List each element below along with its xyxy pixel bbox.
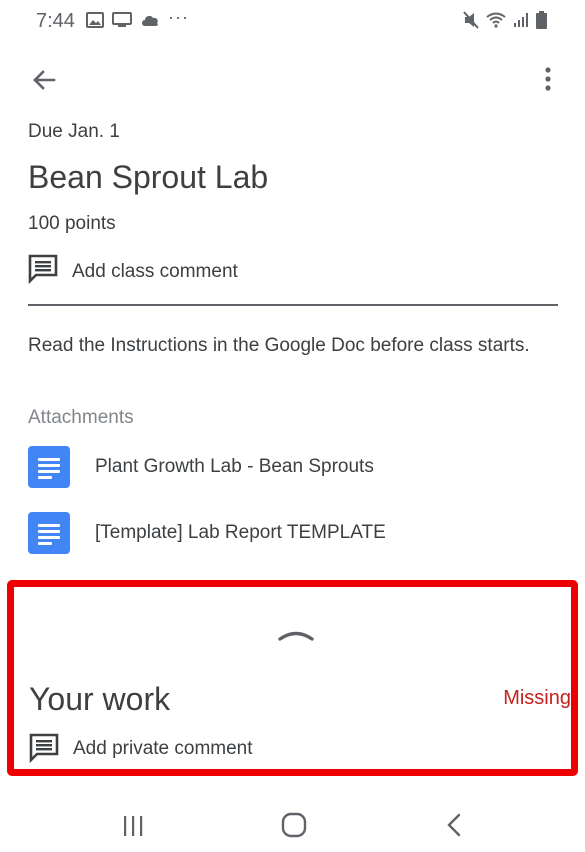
add-private-comment-button[interactable]: Add private comment (29, 733, 253, 763)
arrow-back-icon[interactable] (28, 64, 60, 96)
attachments-heading: Attachments (28, 407, 134, 428)
divider (28, 304, 558, 306)
status-left-icons: ··· (86, 7, 189, 28)
recent-apps-icon[interactable] (121, 814, 145, 838)
cast-icon (112, 12, 132, 27)
more-vert-icon[interactable] (536, 64, 560, 96)
home-icon[interactable] (281, 812, 307, 838)
google-doc-icon (28, 446, 70, 488)
status-badge: Missing (503, 687, 571, 709)
assignment-title: Bean Sprout Lab (28, 159, 269, 195)
top-app-bar (0, 56, 585, 102)
status-bar: 7:44 ··· (0, 0, 585, 44)
points: 100 points (28, 213, 116, 234)
comment-icon (29, 733, 59, 763)
attachment-label: [Template] Lab Report TEMPLATE (95, 522, 386, 543)
due-date: Due Jan. 1 (28, 121, 120, 142)
attachment-label: Plant Growth Lab - Bean Sprouts (95, 456, 374, 477)
cloud-icon (142, 15, 158, 26)
attachment-item[interactable]: Plant Growth Lab - Bean Sprouts (28, 445, 568, 489)
back-icon[interactable] (444, 813, 466, 837)
signal-icon (514, 13, 528, 27)
add-private-comment-label: Add private comment (73, 738, 253, 759)
status-right-icons (463, 11, 547, 29)
your-work-panel[interactable]: Your work Missing Add private comment (7, 580, 578, 776)
chevron-up-icon[interactable] (278, 627, 314, 641)
attachment-item[interactable]: [Template] Lab Report TEMPLATE (28, 511, 568, 555)
gallery-icon (86, 12, 104, 28)
more-notifications-icon: ··· (168, 6, 189, 27)
your-work-title: Your work (29, 681, 171, 717)
instructions: Read the Instructions in the Google Doc … (28, 335, 530, 356)
mute-icon (463, 11, 479, 29)
add-class-comment-label: Add class comment (72, 261, 238, 282)
status-time: 7:44 (36, 10, 75, 32)
wifi-icon (486, 12, 506, 28)
comment-icon (28, 254, 58, 284)
battery-icon (536, 11, 547, 29)
add-class-comment-button[interactable]: Add class comment (28, 254, 558, 306)
google-doc-icon (28, 512, 70, 554)
system-nav-bar (0, 790, 585, 852)
